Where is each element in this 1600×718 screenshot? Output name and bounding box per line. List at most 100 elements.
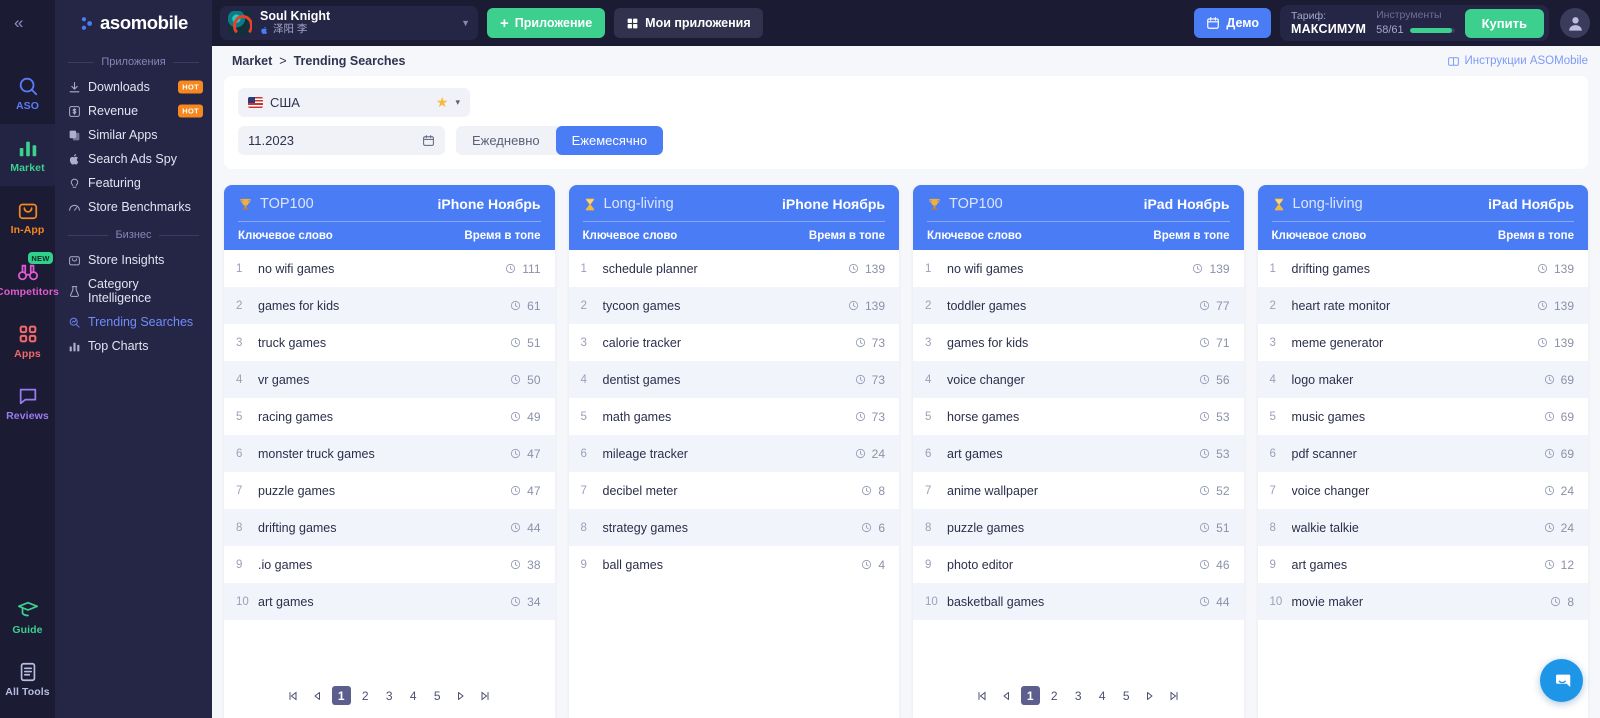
period-monthly-button[interactable]: Ежемесячно (555, 126, 664, 155)
table-row[interactable]: 7 puzzle games 47 (224, 472, 555, 509)
pagination-next[interactable] (1141, 686, 1160, 705)
table-row[interactable]: 9 photo editor 46 (913, 546, 1244, 583)
table-row[interactable]: 3 meme generator 139 (1258, 324, 1589, 361)
pagination-first[interactable] (973, 686, 992, 705)
add-app-button[interactable]: + Приложение (487, 8, 606, 38)
sidebar-item-featuring[interactable]: Featuring (55, 171, 212, 195)
row-rank: 1 (580, 262, 587, 275)
sidebar-item-category-intelligence[interactable]: Category Intelligence (55, 272, 212, 310)
pagination-page[interactable]: 5 (428, 686, 447, 705)
rail-item-reviews[interactable]: Reviews (0, 372, 55, 434)
table-row[interactable]: 2 games for kids 61 (224, 287, 555, 324)
table-row[interactable]: 1 no wifi games 111 (224, 250, 555, 287)
rail-item-market[interactable]: Market (0, 124, 55, 186)
date-input[interactable]: 11.2023 (238, 126, 445, 155)
sidebar-item-store-benchmarks[interactable]: Store Benchmarks (55, 195, 212, 219)
rail-item-in-app[interactable]: In-App (0, 186, 55, 248)
table-row[interactable]: 4 vr games 50 (224, 361, 555, 398)
pagination-last[interactable] (1165, 686, 1184, 705)
table-row[interactable]: 3 calorie tracker 73 (569, 324, 900, 361)
table-row[interactable]: 10 movie maker 8 (1257, 583, 1588, 620)
table-row[interactable]: 7 decibel meter 8 (569, 472, 900, 509)
star-icon[interactable]: ★ (436, 94, 449, 111)
table-row[interactable]: 5 music games 69 (1258, 398, 1589, 435)
pagination-page[interactable]: 1 (331, 686, 351, 705)
row-time-value: 69 (1560, 409, 1574, 424)
table-row[interactable]: 6 mileage tracker 24 (568, 435, 899, 472)
table-row[interactable]: 8 drifting games 44 (224, 509, 555, 546)
table-row[interactable]: 9 art games 12 (1258, 546, 1589, 583)
clock-icon (862, 559, 872, 570)
rail-item-competitors[interactable]: NEW Competitors (0, 248, 59, 310)
rail-item-aso[interactable]: ASO (0, 62, 55, 124)
app-selector[interactable]: Soul Knight 泽阳 李 ▼ (220, 6, 478, 40)
sidebar-item-search-ads-spy[interactable]: Search Ads Spy (55, 147, 212, 171)
sidebar-item-downloads[interactable]: Downloads HOT (55, 75, 212, 99)
clock-icon (1200, 485, 1210, 496)
pagination-page[interactable]: 1 (1020, 686, 1040, 705)
pagination-page[interactable]: 2 (356, 686, 375, 705)
avatar[interactable] (1560, 8, 1590, 38)
table-row[interactable]: 2 heart rate monitor 139 (1257, 287, 1588, 324)
sidebar-item-top-charts[interactable]: Top Charts (55, 334, 212, 358)
table-row[interactable]: 8 walkie talkie 24 (1257, 509, 1588, 546)
sidebar-item-store-insights[interactable]: Store Insights (55, 248, 212, 272)
table-row[interactable]: 3 truck games 51 (224, 324, 555, 361)
pagination-page[interactable]: 4 (1093, 686, 1112, 705)
table-row[interactable]: 8 puzzle games 51 (913, 509, 1244, 546)
pagination-last[interactable] (476, 686, 495, 705)
table-row[interactable]: 7 anime wallpaper 52 (913, 472, 1244, 509)
table-row[interactable]: 6 monster truck games 47 (224, 435, 555, 472)
table-row[interactable]: 6 pdf scanner 69 (1257, 435, 1588, 472)
pagination-page[interactable]: 2 (1045, 686, 1064, 705)
breadcrumb-root[interactable]: Market (232, 54, 272, 68)
my-apps-button[interactable]: Мои приложения (614, 8, 763, 38)
rail-item-apps[interactable]: Apps (0, 310, 55, 372)
pagination-page[interactable]: 5 (1117, 686, 1136, 705)
table-row[interactable]: 5 horse games 53 (913, 398, 1244, 435)
rail-item-guide[interactable]: Guide (0, 586, 55, 648)
pagination-prev[interactable] (308, 686, 327, 705)
buy-button[interactable]: Купить (1464, 8, 1544, 38)
row-time-in-top: 111 (505, 262, 541, 276)
table-row[interactable]: 4 voice changer 56 (913, 361, 1244, 398)
table-row[interactable]: 8 strategy games 6 (568, 509, 899, 546)
pagination-next[interactable] (452, 686, 471, 705)
table-row[interactable]: 9 ball games 4 (569, 546, 900, 583)
pagination-first[interactable] (284, 686, 303, 705)
last-page-icon (481, 690, 489, 701)
row-rank: 4 (236, 373, 243, 386)
brand-logo[interactable]: asomobile (55, 0, 212, 46)
sidebar-item-similar-apps[interactable]: Similar Apps (55, 123, 212, 147)
table-row[interactable]: 1 drifting games 139 (1258, 250, 1589, 287)
sidebar-item-revenue[interactable]: Revenue HOT (55, 99, 212, 123)
pagination-page[interactable]: 3 (1069, 686, 1088, 705)
table-row[interactable]: 6 art games 53 (913, 435, 1244, 472)
instructions-link[interactable]: Инструкции ASOMobile (1447, 55, 1588, 68)
rail-item-all-tools[interactable]: All Tools (0, 648, 55, 710)
table-row[interactable]: 9 .io games 38 (224, 546, 555, 583)
country-select[interactable]: США ★ ▾ (238, 88, 470, 117)
table-row[interactable]: 10 art games 34 (224, 583, 555, 620)
pagination-page[interactable]: 4 (404, 686, 423, 705)
table-row[interactable]: 4 logo maker 69 (1257, 361, 1588, 398)
sidebar-collapse-icon[interactable]: « (14, 14, 23, 31)
column-header-time: Время в топе (1497, 230, 1574, 242)
row-rank: 3 (236, 336, 243, 349)
table-row[interactable]: 10 basketball games 44 (913, 583, 1244, 620)
table-row[interactable]: 1 schedule planner 139 (569, 250, 900, 287)
pagination-page[interactable]: 3 (380, 686, 399, 705)
table-row[interactable]: 3 games for kids 71 (913, 324, 1244, 361)
table-row[interactable]: 1 no wifi games 139 (913, 250, 1244, 287)
table-row[interactable]: 2 tycoon games 139 (568, 287, 899, 324)
pagination-prev[interactable] (997, 686, 1016, 705)
demo-button[interactable]: Демо (1194, 8, 1271, 38)
table-row[interactable]: 4 dentist games 73 (568, 361, 899, 398)
table-row[interactable]: 2 toddler games 77 (913, 287, 1244, 324)
table-row[interactable]: 7 voice changer 24 (1258, 472, 1589, 509)
table-row[interactable]: 5 math games 73 (569, 398, 900, 435)
chat-widget-button[interactable] (1540, 659, 1583, 702)
period-daily-button[interactable]: Ежедневно (456, 126, 556, 155)
table-row[interactable]: 5 racing games 49 (224, 398, 555, 435)
sidebar-item-trending-searches[interactable]: Trending Searches (55, 310, 212, 334)
